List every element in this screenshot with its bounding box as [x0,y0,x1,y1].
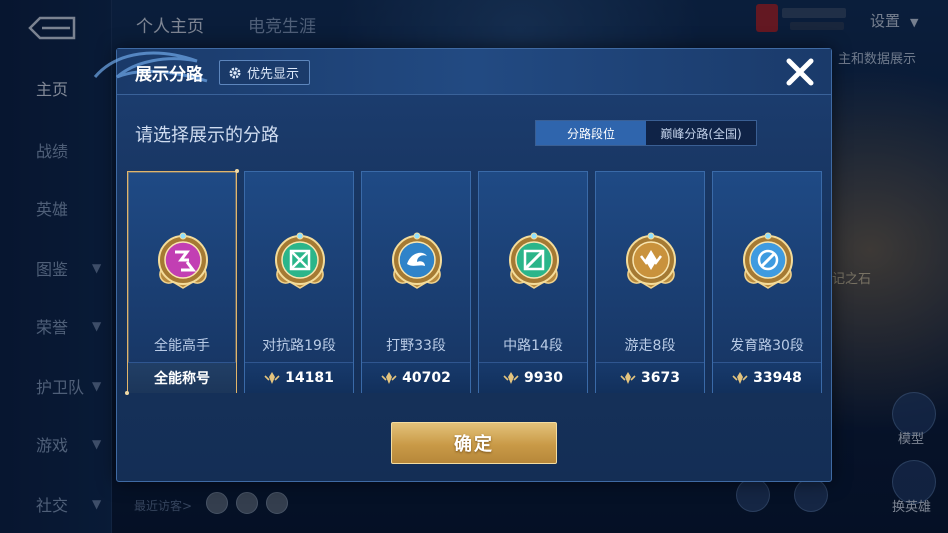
dialog-header: 展示分路 优先显示 [93,49,831,95]
lane-card-name: 对抗路19段 [262,338,336,354]
all-round-emblem-icon [158,232,208,289]
lane-card[interactable]: 对抗路19段 14181 [244,171,354,393]
lane-card-footer: 14181 [245,362,353,393]
lane-card[interactable]: 游走8段 3673 [595,171,705,393]
priority-display-label: 优先显示 [247,67,300,82]
lane-card-name: 全能高手 [154,338,210,354]
tab-peak-lane-national[interactable]: 巅峰分路(全国) [646,121,756,145]
confirm-button[interactable]: 确定 [391,422,557,464]
lane-card-footer: 33948 [713,362,821,393]
lane-card[interactable]: 中路14段 9930 [478,171,588,393]
gear-icon [229,67,241,78]
rank-type-toggle: 分路段位 巅峰分路(全国) [535,120,757,146]
lane-points-value: 14181 [285,370,334,386]
tab-lane-rank[interactable]: 分路段位 [536,121,646,145]
lane-points-icon [732,372,748,384]
lane-card-footer: 40702 [362,362,470,393]
close-icon[interactable] [783,57,817,87]
lane-card-footer: 3673 [596,362,704,393]
selection-corner-dot [235,169,239,173]
lane-points-value: 33948 [753,370,802,386]
lane-points-value: 9930 [524,370,563,386]
jungle-emblem-icon [392,232,442,289]
lane-card-name: 中路14段 [503,338,563,354]
title-label: 全能称号 [154,371,210,387]
lane-card[interactable]: 全能高手 全能称号 [125,169,239,395]
lane-points-icon [503,372,519,384]
lane-card-name: 发育路30段 [730,338,804,354]
lane-card-name: 打野33段 [386,338,446,354]
lane-card-footer: 9930 [479,362,587,393]
lane-card[interactable]: 打野33段 40702 [361,171,471,393]
farm-lane-emblem-icon [743,232,793,289]
lane-card[interactable]: 发育路30段 33948 [712,171,822,393]
lane-card-name: 游走8段 [624,338,676,354]
lane-points-value: 3673 [641,370,680,386]
lane-points-value: 40702 [402,370,451,386]
dialog-title: 展示分路 [135,65,203,85]
lane-points-icon [381,372,397,384]
dialog-subtitle: 请选择展示的分路 [135,125,279,146]
lane-points-icon [620,372,636,384]
clash-lane-emblem-icon [275,232,325,289]
priority-display-button[interactable]: 优先显示 [219,60,311,85]
lane-card-footer: 全能称号 [128,362,236,393]
selection-corner-dot [125,391,129,395]
lane-points-icon [264,372,280,384]
lane-display-dialog: 展示分路 优先显示 请选择展示的分路 分路段位 巅峰分路(全国) 全能高手全能称… [93,48,832,482]
roam-emblem-icon [626,232,676,289]
mid-lane-emblem-icon [509,232,559,289]
